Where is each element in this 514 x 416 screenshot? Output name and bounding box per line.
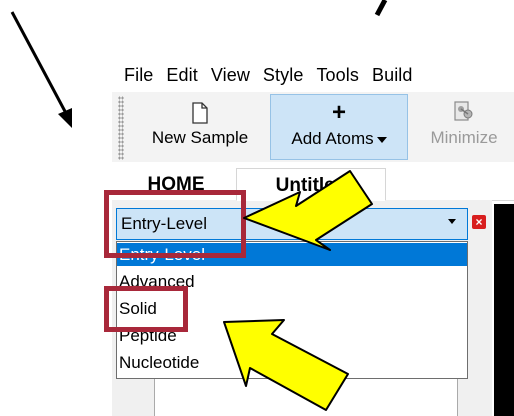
menu-file[interactable]: File xyxy=(124,60,153,90)
black-line-icon xyxy=(374,0,388,17)
highlight-box-solid xyxy=(104,286,188,332)
new-sample-label: New Sample xyxy=(151,128,249,147)
chevron-down-icon xyxy=(376,136,387,143)
plus-icon: + xyxy=(331,99,346,126)
minimize-label: Minimize xyxy=(430,128,498,147)
minimize-molecule-icon xyxy=(452,98,476,124)
minimize-button[interactable]: Minimize xyxy=(414,94,514,160)
menu-tools[interactable]: Tools xyxy=(316,60,359,90)
option-nucleotide[interactable]: Nucleotide xyxy=(117,351,467,374)
close-icon[interactable]: × xyxy=(472,215,486,229)
menu-build[interactable]: Build xyxy=(372,60,413,90)
viewport-area[interactable] xyxy=(494,204,514,416)
black-arrow-icon xyxy=(10,11,72,128)
menu-bar: File Edit View Style Tools Build xyxy=(124,60,413,90)
chevron-down-icon[interactable] xyxy=(448,219,456,224)
document-icon xyxy=(191,98,209,124)
add-atoms-button[interactable]: + Add Atoms xyxy=(270,94,408,160)
menu-edit[interactable]: Edit xyxy=(166,60,197,90)
menu-view[interactable]: View xyxy=(211,60,250,90)
highlight-box-combo xyxy=(104,190,246,258)
add-atoms-label: Add Atoms xyxy=(291,129,374,148)
toolbar-grip[interactable] xyxy=(118,96,124,160)
new-sample-button[interactable]: New Sample xyxy=(138,94,262,160)
menu-style[interactable]: Style xyxy=(263,60,304,90)
tab-untitled[interactable]: Untitled xyxy=(236,168,386,201)
